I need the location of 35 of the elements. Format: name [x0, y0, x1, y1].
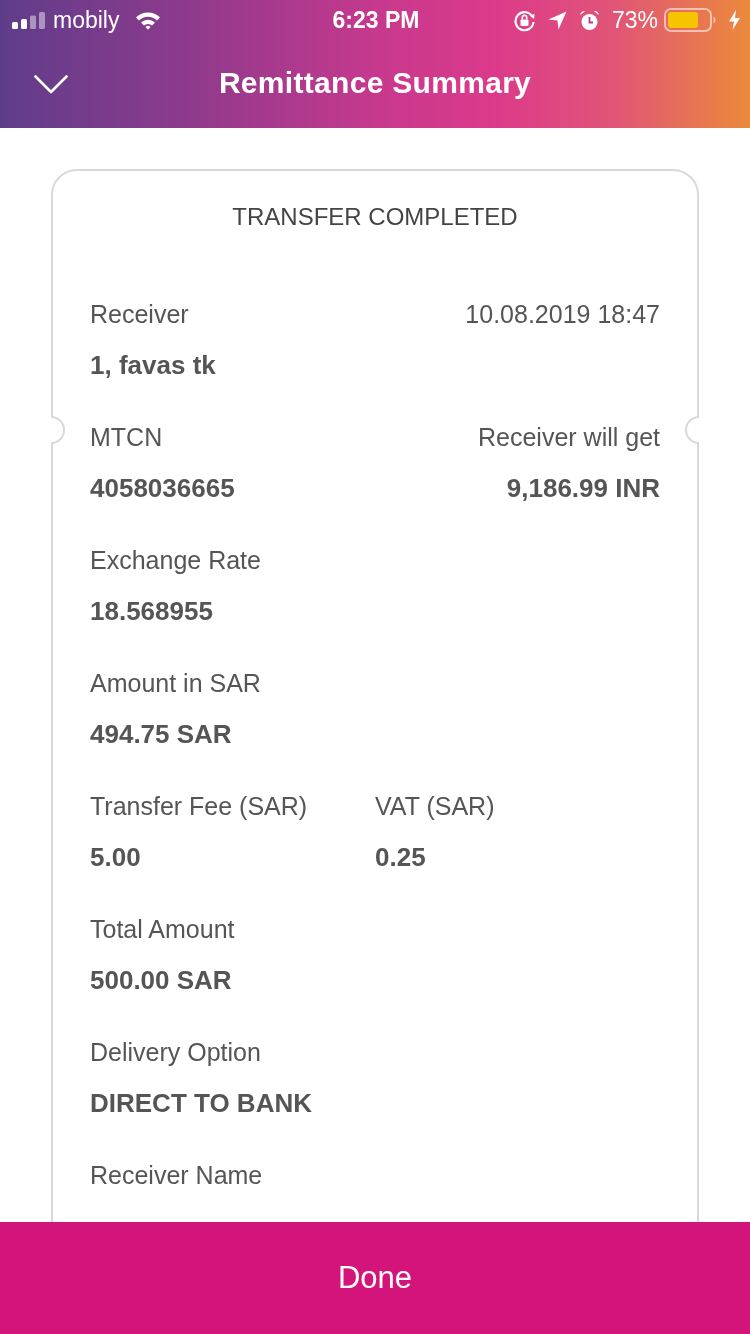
signal-icon — [12, 11, 45, 29]
wifi-icon — [135, 10, 162, 30]
field-value: 18.568955 — [90, 596, 213, 626]
field-value: 500.00 SAR — [90, 965, 232, 995]
rotation-lock-icon — [512, 8, 536, 32]
battery-percentage: 73% — [611, 6, 658, 34]
chevron-down-icon — [34, 74, 68, 94]
field-value: DIRECT TO BANK — [90, 1088, 312, 1118]
field-value: 0.25 — [375, 842, 426, 872]
carrier-name: mobily — [53, 6, 120, 34]
collapse-button[interactable] — [34, 74, 68, 94]
field-value: 5.00 — [90, 842, 141, 872]
receipt-status: TRANSFER COMPLETED — [232, 202, 518, 232]
field-label: Amount in SAR — [90, 668, 261, 698]
field-value: 4058036665 — [90, 473, 235, 503]
alarm-clock-icon — [578, 9, 600, 31]
field-label: Receiver will get — [478, 422, 660, 452]
charging-bolt-icon — [729, 10, 740, 30]
timestamp: 10.08.2019 18:47 — [465, 299, 660, 329]
done-button[interactable]: Done — [0, 1222, 750, 1334]
field-value: 9,186.99 INR — [506, 473, 660, 503]
field-label: Receiver Name — [90, 1160, 263, 1190]
field-label: Transfer Fee (SAR) — [90, 791, 308, 821]
field-label: Exchange Rate — [90, 545, 261, 575]
screen-title: Remittance Summary — [218, 65, 532, 101]
battery-icon — [664, 8, 717, 32]
field-label: Total Amount — [90, 914, 235, 944]
status-time: 6:23 PM — [332, 6, 420, 34]
field-label: VAT (SAR) — [375, 791, 495, 821]
field-value: 494.75 SAR — [90, 719, 232, 749]
field-label: Receiver — [90, 299, 189, 329]
field-label: MTCN — [90, 422, 163, 452]
field-value: 1, favas tk — [90, 350, 216, 380]
field-label: Delivery Option — [90, 1037, 261, 1067]
location-arrow-icon — [547, 10, 567, 30]
